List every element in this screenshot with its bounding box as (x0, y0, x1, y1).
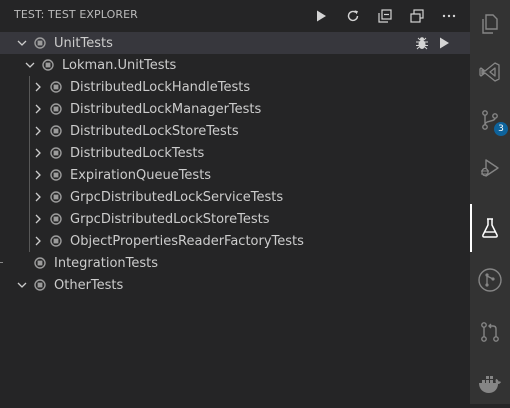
tree-item-label: GrpcDistributedLockServiceTests (70, 189, 284, 205)
git-graph-icon[interactable] (470, 256, 510, 304)
tree-item-test-class[interactable]: ExpirationQueueTests (0, 164, 470, 186)
chevron-right-icon[interactable] (30, 233, 46, 249)
docker-icon[interactable] (470, 360, 510, 408)
tree-item-test-class[interactable]: DistributedLockTests (0, 142, 470, 164)
collapse-all-icon[interactable] (374, 5, 396, 27)
test-status-icon (50, 213, 62, 225)
tree-item-label: DistributedLockHandleTests (70, 79, 251, 95)
test-status-icon (34, 257, 46, 269)
row-actions (414, 35, 452, 55)
test-status-icon (50, 103, 62, 115)
show-output-icon[interactable] (406, 5, 428, 27)
visual-studio-icon[interactable] (470, 48, 510, 96)
test-status-icon (50, 81, 62, 93)
run-debug-icon[interactable] (470, 144, 510, 192)
chevron-down-icon[interactable] (14, 35, 30, 51)
tree-item-project[interactable]: Lokman.UnitTests (0, 54, 470, 76)
test-status-icon (50, 125, 62, 137)
testing-icon[interactable] (470, 204, 510, 252)
panel-actions (310, 5, 460, 27)
chevron-right-icon[interactable] (30, 123, 46, 139)
tree-item-unittests[interactable]: UnitTests (0, 32, 470, 54)
test-tree: UnitTests Lokman.UnitTests DistributedLo… (0, 32, 470, 296)
chevron-down-icon[interactable] (22, 57, 38, 73)
test-explorer-panel: TEST: TEST EXPLORER UnitTests Lokman.Uni… (0, 0, 470, 404)
more-actions-icon[interactable] (438, 5, 460, 27)
activity-bar: 3 (470, 0, 510, 404)
panel-header: TEST: TEST EXPLORER (0, 0, 470, 30)
test-status-icon (42, 59, 54, 71)
test-status-icon (50, 147, 62, 159)
refresh-icon[interactable] (342, 5, 364, 27)
test-status-icon (34, 279, 46, 291)
tree-item-test-class[interactable]: DistributedLockManagerTests (0, 98, 470, 120)
tree-item-label: ExpirationQueueTests (70, 167, 212, 183)
tree-item-label: OtherTests (54, 277, 124, 293)
tree-item-test-class[interactable]: DistributedLockHandleTests (0, 76, 470, 98)
test-status-icon (50, 191, 62, 203)
tree-item-test-class[interactable]: ObjectPropertiesReaderFactoryTests (0, 230, 470, 252)
tree-item-label: DistributedLockStoreTests (70, 123, 239, 139)
tree-item-label: DistributedLockManagerTests (70, 101, 262, 117)
tree-item-test-class[interactable]: GrpcDistributedLockStoreTests (0, 208, 470, 230)
tree-item-test-class[interactable]: GrpcDistributedLockServiceTests (0, 186, 470, 208)
chevron-right-icon[interactable] (30, 167, 46, 183)
sash-marker (0, 262, 3, 263)
tree-item-label: Lokman.UnitTests (62, 57, 177, 73)
tree-item-label: GrpcDistributedLockStoreTests (70, 211, 270, 227)
tree-item-othertests[interactable]: OtherTests (0, 274, 470, 296)
test-status-icon (34, 37, 46, 49)
chevron-right-icon[interactable] (30, 101, 46, 117)
tree-item-label: IntegrationTests (54, 255, 159, 271)
tree-item-label: ObjectPropertiesReaderFactoryTests (70, 233, 304, 249)
chevron-right-icon[interactable] (30, 189, 46, 205)
test-status-icon (50, 235, 62, 247)
run-all-icon[interactable] (310, 5, 332, 27)
run-icon[interactable] (436, 35, 452, 55)
chevron-right-icon[interactable] (30, 79, 46, 95)
tree-item-label: UnitTests (54, 35, 113, 51)
chevron-placeholder (14, 255, 30, 271)
explorer-icon[interactable] (470, 0, 510, 48)
source-control-badge: 3 (494, 122, 508, 136)
tree-item-test-class[interactable]: DistributedLockStoreTests (0, 120, 470, 142)
source-control-icon[interactable]: 3 (470, 96, 510, 144)
debug-icon[interactable] (414, 35, 430, 55)
pull-requests-icon[interactable] (470, 308, 510, 356)
tree-item-integrationtests[interactable]: IntegrationTests (0, 252, 470, 274)
chevron-down-icon[interactable] (14, 277, 30, 293)
chevron-right-icon[interactable] (30, 211, 46, 227)
panel-title: TEST: TEST EXPLORER (14, 8, 138, 21)
chevron-right-icon[interactable] (30, 145, 46, 161)
test-status-icon (50, 169, 62, 181)
tree-item-label: DistributedLockTests (70, 145, 205, 161)
